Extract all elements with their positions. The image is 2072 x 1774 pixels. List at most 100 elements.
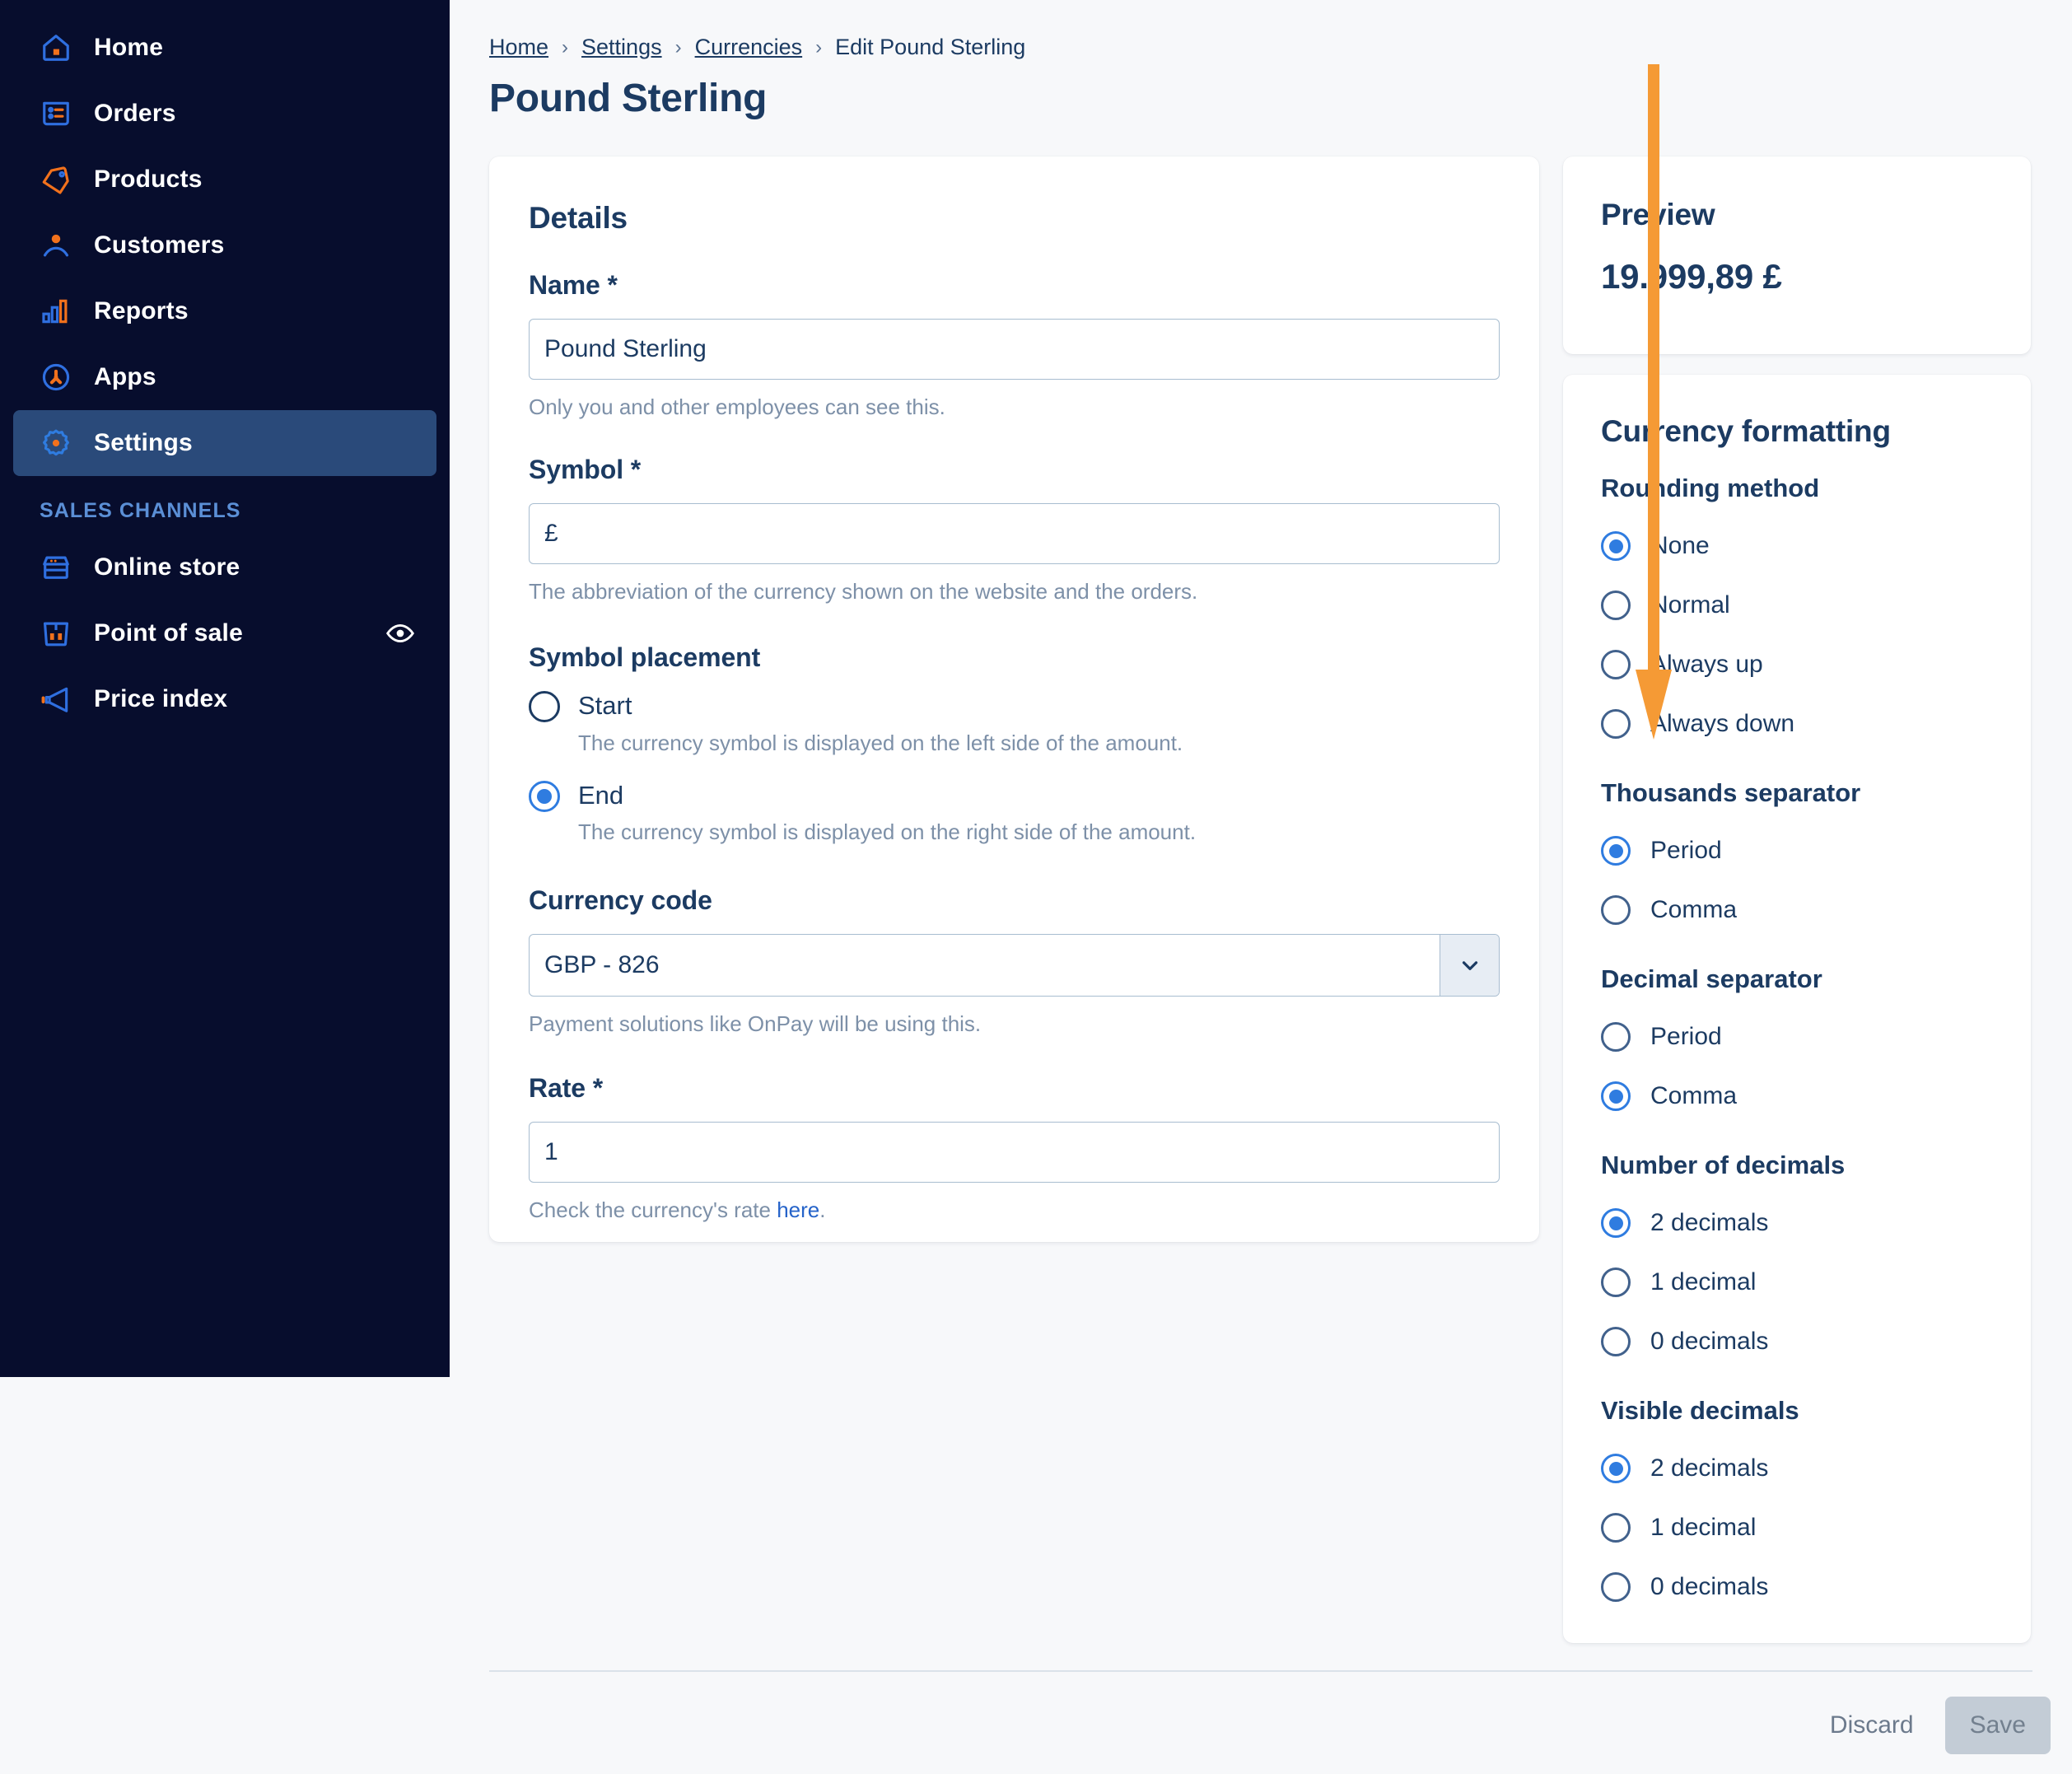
main-content: Home › Settings › Currencies › Edit Poun… bbox=[450, 0, 2072, 1774]
thousands-separator-label: Thousands separator bbox=[1601, 778, 1861, 807]
radio-label: 2 decimals bbox=[1650, 1454, 1769, 1482]
sidebar-item-online-store[interactable]: Online store bbox=[13, 535, 436, 600]
thousands-option-period[interactable]: Period bbox=[1601, 821, 1993, 880]
sidebar-item-orders[interactable]: Orders bbox=[13, 81, 436, 147]
rounding-option-always-up[interactable]: Always up bbox=[1601, 635, 1993, 694]
footer-actions: Discard Save bbox=[1807, 1697, 2051, 1754]
radio-label: Comma bbox=[1650, 1082, 1738, 1109]
discard-button[interactable]: Discard bbox=[1807, 1698, 1937, 1753]
products-tag-icon bbox=[40, 163, 72, 196]
decimal-option-period[interactable]: Period bbox=[1601, 1007, 1993, 1067]
price-index-megaphone-icon bbox=[40, 683, 72, 716]
sidebar-section-title: SALES CHANNELS bbox=[40, 499, 241, 522]
visible-decimals-option-2[interactable]: 2 decimals bbox=[1601, 1439, 1993, 1498]
radio-label: 0 decimals bbox=[1650, 1328, 1769, 1355]
radio-icon[interactable] bbox=[1601, 531, 1631, 561]
symbol-placement-option-start[interactable]: Start The currency symbol is displayed o… bbox=[529, 691, 1500, 756]
rate-helper-prefix: Check the currency's rate bbox=[529, 1197, 777, 1222]
radio-icon[interactable] bbox=[1601, 650, 1631, 679]
symbol-placement-option-end[interactable]: End The currency symbol is displayed on … bbox=[529, 780, 1500, 846]
sidebar-item-reports[interactable]: Reports bbox=[13, 278, 436, 344]
rate-input[interactable] bbox=[529, 1121, 1500, 1183]
breadcrumb-link-currencies[interactable]: Currencies bbox=[695, 35, 803, 60]
radio-label: End bbox=[578, 780, 624, 810]
name-helper-text: Only you and other employees can see thi… bbox=[529, 394, 945, 419]
name-input[interactable] bbox=[529, 319, 1500, 380]
radio-icon[interactable] bbox=[1601, 1081, 1631, 1111]
radio-description: The currency symbol is displayed on the … bbox=[578, 730, 1183, 755]
radio-label: 1 decimal bbox=[1650, 1268, 1757, 1295]
decimal-separator-label: Decimal separator bbox=[1601, 964, 1822, 993]
sidebar-item-apps[interactable]: Apps bbox=[13, 344, 436, 410]
rounding-option-normal[interactable]: Normal bbox=[1601, 576, 1993, 635]
sidebar: Home Orders Products Customers Reports A… bbox=[0, 0, 450, 1377]
sidebar-item-products[interactable]: Products bbox=[13, 147, 436, 212]
breadcrumb-link-settings[interactable]: Settings bbox=[581, 35, 662, 60]
number-decimals-option-2[interactable]: 2 decimals bbox=[1601, 1193, 1993, 1253]
chevron-down-icon[interactable] bbox=[1440, 934, 1499, 996]
decimal-option-comma[interactable]: Comma bbox=[1601, 1067, 1993, 1126]
symbol-field-label: Symbol * bbox=[529, 455, 642, 484]
rate-field-label: Rate * bbox=[529, 1072, 604, 1103]
save-button[interactable]: Save bbox=[1944, 1697, 2051, 1754]
footer-divider bbox=[489, 1670, 2032, 1672]
rate-helper-suffix: . bbox=[819, 1197, 826, 1222]
sidebar-item-customers[interactable]: Customers bbox=[13, 212, 436, 278]
radio-icon[interactable] bbox=[1601, 1208, 1631, 1238]
rounding-method-label: Rounding method bbox=[1601, 474, 1820, 502]
visible-decimals-option-1[interactable]: 1 decimal bbox=[1601, 1498, 1993, 1557]
sidebar-item-label: Price index bbox=[94, 685, 228, 712]
sidebar-item-label: Reports bbox=[94, 297, 189, 324]
radio-icon[interactable] bbox=[1601, 1327, 1631, 1356]
radio-icon[interactable] bbox=[1601, 591, 1631, 620]
sidebar-item-label: Orders bbox=[94, 100, 176, 127]
home-icon bbox=[40, 31, 72, 64]
sidebar-item-label: Apps bbox=[94, 363, 156, 390]
sidebar-item-home[interactable]: Home bbox=[13, 15, 436, 81]
currency-code-label: Currency code bbox=[529, 885, 712, 915]
sidebar-item-point-of-sale[interactable]: Point of sale bbox=[13, 600, 436, 666]
radio-icon[interactable] bbox=[1601, 1572, 1631, 1602]
thousands-option-comma[interactable]: Comma bbox=[1601, 880, 1993, 940]
sidebar-item-price-index[interactable]: Price index bbox=[13, 666, 436, 732]
rate-helper-link[interactable]: here bbox=[777, 1197, 819, 1222]
chevron-right-icon: › bbox=[674, 35, 682, 58]
number-of-decimals-label: Number of decimals bbox=[1601, 1151, 1846, 1179]
radio-icon[interactable] bbox=[1601, 1454, 1631, 1483]
radio-label: Start bbox=[578, 691, 632, 720]
rounding-option-always-down[interactable]: Always down bbox=[1601, 694, 1993, 754]
radio-label: 1 decimal bbox=[1650, 1514, 1757, 1541]
radio-label: Period bbox=[1650, 1023, 1722, 1050]
sidebar-item-label: Online store bbox=[94, 553, 240, 581]
orders-icon bbox=[40, 97, 72, 130]
sidebar-item-settings[interactable]: Settings bbox=[13, 410, 436, 476]
radio-icon[interactable] bbox=[1601, 1267, 1631, 1297]
visible-decimals-option-0[interactable]: 0 decimals bbox=[1601, 1557, 1993, 1617]
breadcrumb-link-home[interactable]: Home bbox=[489, 35, 548, 60]
chevron-right-icon: › bbox=[815, 35, 823, 58]
app-root: Home Orders Products Customers Reports A… bbox=[0, 0, 2072, 1774]
sidebar-item-label: Products bbox=[94, 166, 203, 193]
rate-helper-text: Check the currency's rate here. bbox=[529, 1197, 1500, 1223]
radio-icon[interactable] bbox=[529, 780, 560, 812]
number-decimals-option-1[interactable]: 1 decimal bbox=[1601, 1253, 1993, 1312]
eye-icon[interactable] bbox=[385, 619, 415, 648]
details-card-title: Details bbox=[529, 201, 628, 235]
radio-icon[interactable] bbox=[1601, 1022, 1631, 1052]
radio-label: 0 decimals bbox=[1650, 1573, 1769, 1600]
symbol-input[interactable] bbox=[529, 503, 1500, 564]
radio-description: The currency symbol is displayed on the … bbox=[578, 819, 1197, 845]
radio-icon[interactable] bbox=[1601, 1513, 1631, 1543]
sidebar-item-label: Settings bbox=[94, 429, 193, 456]
symbol-helper-text: The abbreviation of the currency shown o… bbox=[529, 579, 1198, 604]
currency-code-select[interactable]: GBP - 826 bbox=[529, 933, 1500, 997]
rounding-option-none[interactable]: None bbox=[1601, 516, 1993, 576]
radio-icon[interactable] bbox=[1601, 895, 1631, 925]
radio-icon[interactable] bbox=[529, 691, 560, 722]
number-decimals-option-0[interactable]: 0 decimals bbox=[1601, 1312, 1993, 1371]
preview-card: Preview 19.999,89 £ bbox=[1563, 156, 2031, 354]
chevron-right-icon: › bbox=[562, 35, 569, 58]
radio-icon[interactable] bbox=[1601, 836, 1631, 866]
name-field-label: Name * bbox=[529, 270, 618, 300]
radio-icon[interactable] bbox=[1601, 709, 1631, 739]
